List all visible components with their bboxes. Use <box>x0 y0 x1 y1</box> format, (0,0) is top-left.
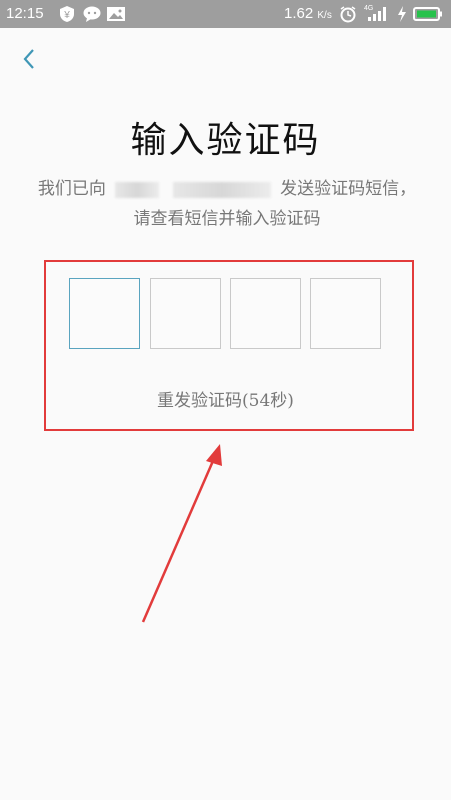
chat-bubble-icon <box>82 5 102 27</box>
network-speed: 1.62 K/s <box>284 5 332 22</box>
network-type-label: 4G <box>364 5 373 12</box>
battery-icon <box>413 7 443 25</box>
alarm-clock-icon <box>339 5 357 27</box>
verification-screen: 输入验证码 我们已向 发送验证码短信，请查看短信并输入验证码 重发验证码(54秒… <box>0 28 451 800</box>
speed-value: 1.62 <box>284 5 314 22</box>
annotation-arrow-icon <box>141 444 222 623</box>
svg-text:¥: ¥ <box>63 10 70 21</box>
image-icon <box>106 5 126 27</box>
status-bar: 12:15 ¥ 1.62 K/s 4G <box>0 0 451 28</box>
speed-unit: K/s <box>317 10 332 21</box>
yen-shield-icon: ¥ <box>58 5 76 27</box>
signal-icon: 4G <box>364 3 388 27</box>
charging-bolt-icon <box>397 5 407 27</box>
status-time: 12:15 <box>6 5 44 22</box>
